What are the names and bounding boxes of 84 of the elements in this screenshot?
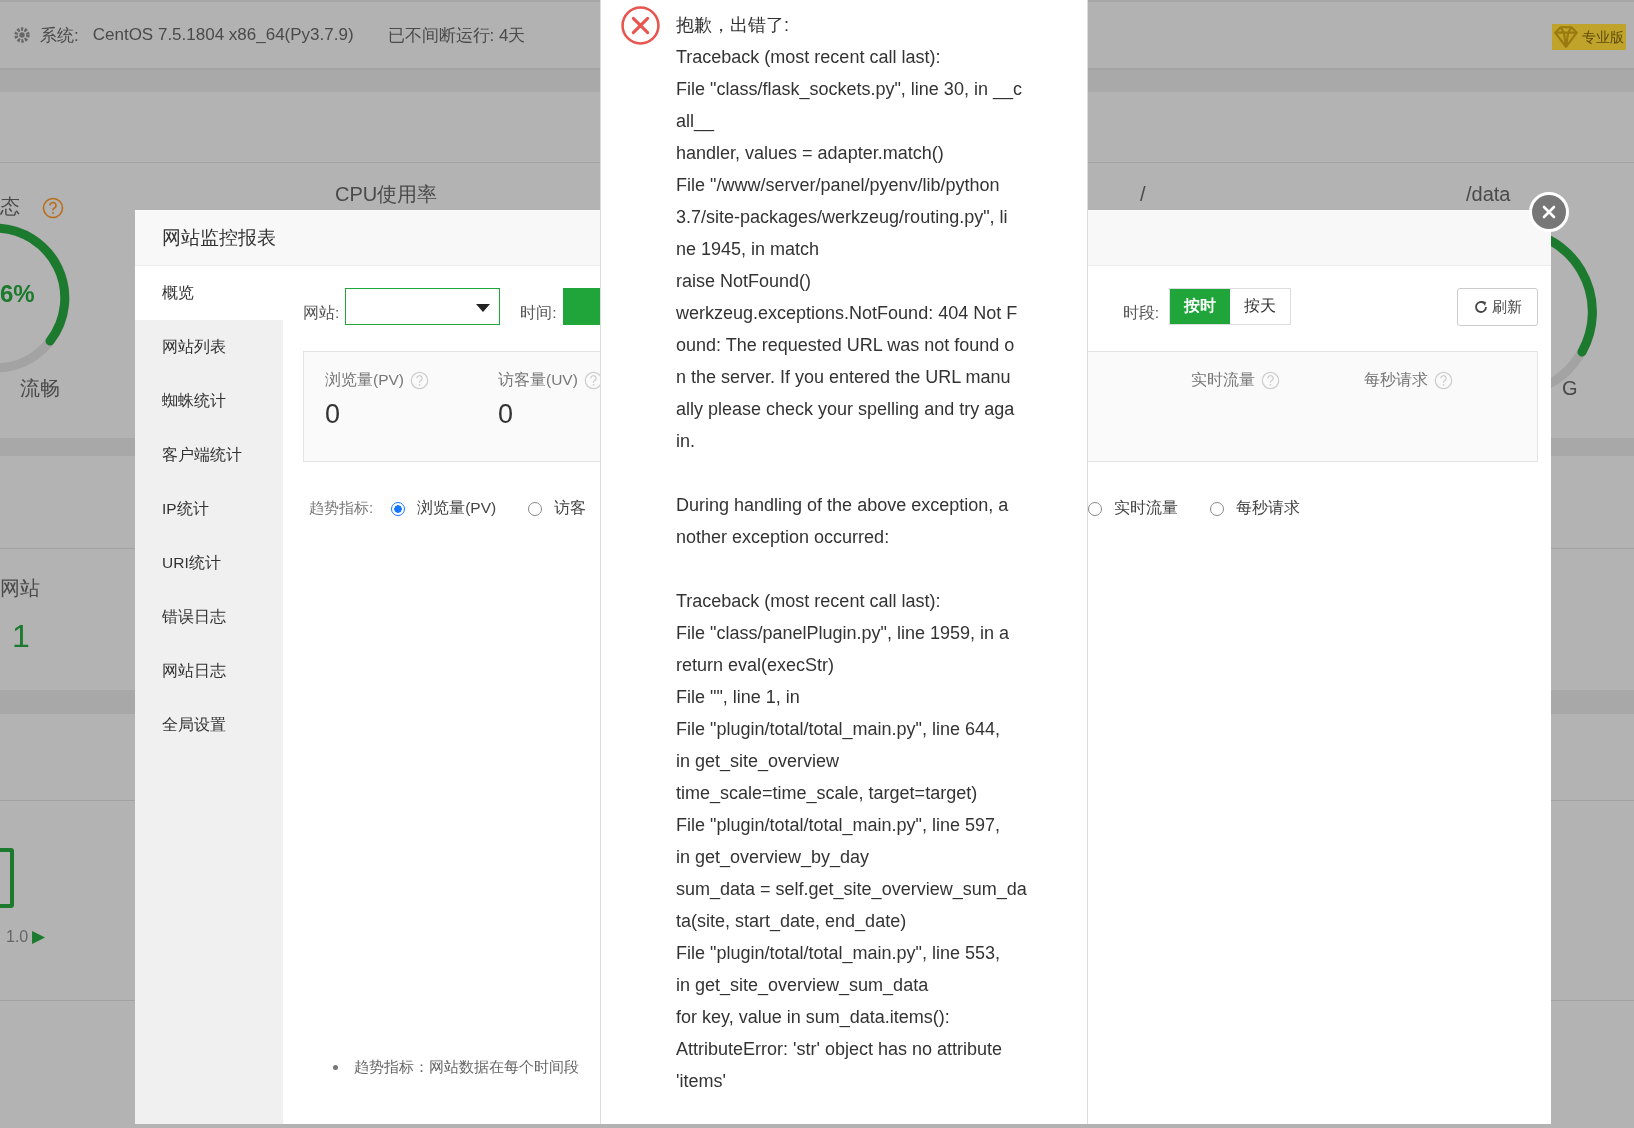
help-icon	[42, 197, 64, 219]
site-select[interactable]	[345, 288, 501, 325]
sidebar-item[interactable]: 网站列表	[135, 320, 283, 374]
diamond-icon	[1553, 25, 1579, 49]
pro-badge[interactable]: 专业版	[1552, 24, 1626, 50]
period-label: 时段:	[1122, 303, 1159, 323]
disk-label: /data	[1466, 182, 1511, 206]
traceback-line: File "/www/server/panel/pyenv/lib/python	[676, 174, 1000, 197]
status-percent: 6%	[0, 280, 35, 308]
traceback-line: 3.7/site-packages/werkzeug/routing.py", li	[676, 206, 1008, 229]
traceback-line: File "class/panelPlugin.py", line 1959, in a	[676, 622, 1009, 645]
traceback-line: 'items'	[676, 1070, 726, 1093]
trend-radio[interactable]: 访客	[528, 498, 587, 519]
stat-label: 浏览量(PV)	[325, 370, 404, 390]
close-button[interactable]	[1529, 192, 1569, 232]
stat-label: 实时流量	[1191, 370, 1255, 390]
traceback-line: time_scale=time_scale, target=target)	[676, 782, 978, 806]
trend-radio[interactable]: 浏览量(PV)	[391, 498, 497, 519]
traceback-line: in get_site_overview	[676, 750, 840, 774]
site-label: 网站:	[303, 303, 340, 323]
traceback-line: ound: The requested URL was not found o	[676, 334, 1015, 357]
time-label: 时间:	[520, 303, 557, 323]
traceback-line: File "plugin/total/total_main.py", line 597,	[676, 814, 1000, 838]
traceback-line: return eval(execStr)	[676, 654, 835, 677]
traceback-line: File "", line 1, in	[676, 686, 800, 709]
sidebar-item[interactable]: 网站日志	[135, 644, 283, 698]
refresh-icon	[1473, 299, 1489, 315]
traceback-line: in.	[676, 430, 695, 453]
dialog-title: 网站监控报表	[162, 225, 276, 250]
sidebar-item[interactable]: 客户端统计	[135, 428, 283, 482]
traceback-line: Traceback (most recent call last):	[676, 46, 941, 69]
status-label: 态	[0, 194, 20, 218]
traceback-line: werkzeug.exceptions.NotFound: 404 Not F	[676, 302, 1018, 325]
system-label: 系统:	[40, 24, 79, 47]
help-icon	[1434, 371, 1453, 390]
sidebar-item[interactable]: 错误日志	[135, 590, 283, 644]
traceback-line: handler, values = adapter.match()	[676, 142, 944, 165]
help-icon	[583, 371, 603, 390]
refresh-button[interactable]: 刷新	[1457, 288, 1538, 326]
cpu-label: CPU使用率	[335, 182, 438, 206]
sites-count: 1	[12, 618, 30, 655]
traceback-line: AttributeError: 'str' object has no attribute	[676, 1038, 1003, 1061]
traceback-line: sum_data = self.get_site_overview_sum_da	[676, 878, 1027, 902]
traceback-line: all__	[676, 110, 715, 134]
note-text: 趋势指标：网站数据在每个时间段	[354, 1058, 579, 1077]
disk-size: G	[1562, 376, 1578, 400]
help-icon	[1261, 371, 1280, 390]
traceback-line: raise NotFound()	[676, 270, 812, 293]
traceback-line: n the server. If you entered the URL manu	[676, 366, 1011, 389]
traceback-line: ally please check your spelling and try aga	[676, 398, 1015, 421]
traceback-line: ta(site, start_date, end_date)	[676, 910, 907, 934]
stat-value: 0	[498, 399, 515, 430]
radio-dot[interactable]	[391, 501, 406, 516]
sidebar-item[interactable]: URI统计	[135, 536, 283, 590]
help-icon	[410, 371, 429, 390]
traceback-line: File "plugin/total/total_main.py", line 553,	[676, 942, 1000, 966]
stat-value: 0	[325, 399, 342, 430]
error-icon	[620, 5, 661, 46]
system-info: CentOS 7.5.1804 x86_64(Py3.7.9)	[92, 25, 354, 45]
traceback-line: in get_overview_by_day	[676, 846, 870, 870]
sidebar-item[interactable]: 蜘蛛统计	[135, 374, 283, 428]
disk-label: /	[1140, 182, 1146, 206]
stat-label: 每秒请求	[1364, 370, 1428, 390]
traceback-line: in get_site_overview_sum_data	[676, 974, 929, 998]
uptime-text: 已不间断运行: 4天	[387, 24, 526, 47]
traceback-line: File "class/flask_sockets.py", line 30, in __c	[676, 78, 1022, 102]
caret-icon	[476, 304, 491, 312]
status-text: 流畅	[20, 376, 60, 400]
sidebar-item[interactable]: IP统计	[135, 482, 283, 536]
sites-label: 网站	[0, 576, 40, 600]
traceback-line: nother exception occurred:	[676, 526, 890, 549]
stat-label: 访客量(UV)	[498, 370, 578, 390]
error-title: 抱歉，出错了:	[676, 14, 789, 37]
version-text: 1.0	[6, 928, 29, 946]
trend-radio[interactable]: 每秒请求	[1210, 498, 1301, 519]
sidebar-item[interactable]: 全局设置	[135, 698, 283, 752]
traceback-line: ne 1945, in match	[676, 238, 820, 261]
traceback-line: for key, value in sum_data.items():	[676, 1006, 950, 1030]
traceback-line: During handling of the above exception, a	[676, 494, 1009, 517]
traceback-line: File "plugin/total/total_main.py", line 644,	[676, 718, 1000, 742]
trend-label: 趋势指标:	[309, 499, 374, 518]
settings-icon	[13, 26, 31, 44]
traceback-line: Traceback (most recent call last):	[676, 590, 941, 613]
sidebar-item[interactable]: 概览	[135, 266, 283, 320]
